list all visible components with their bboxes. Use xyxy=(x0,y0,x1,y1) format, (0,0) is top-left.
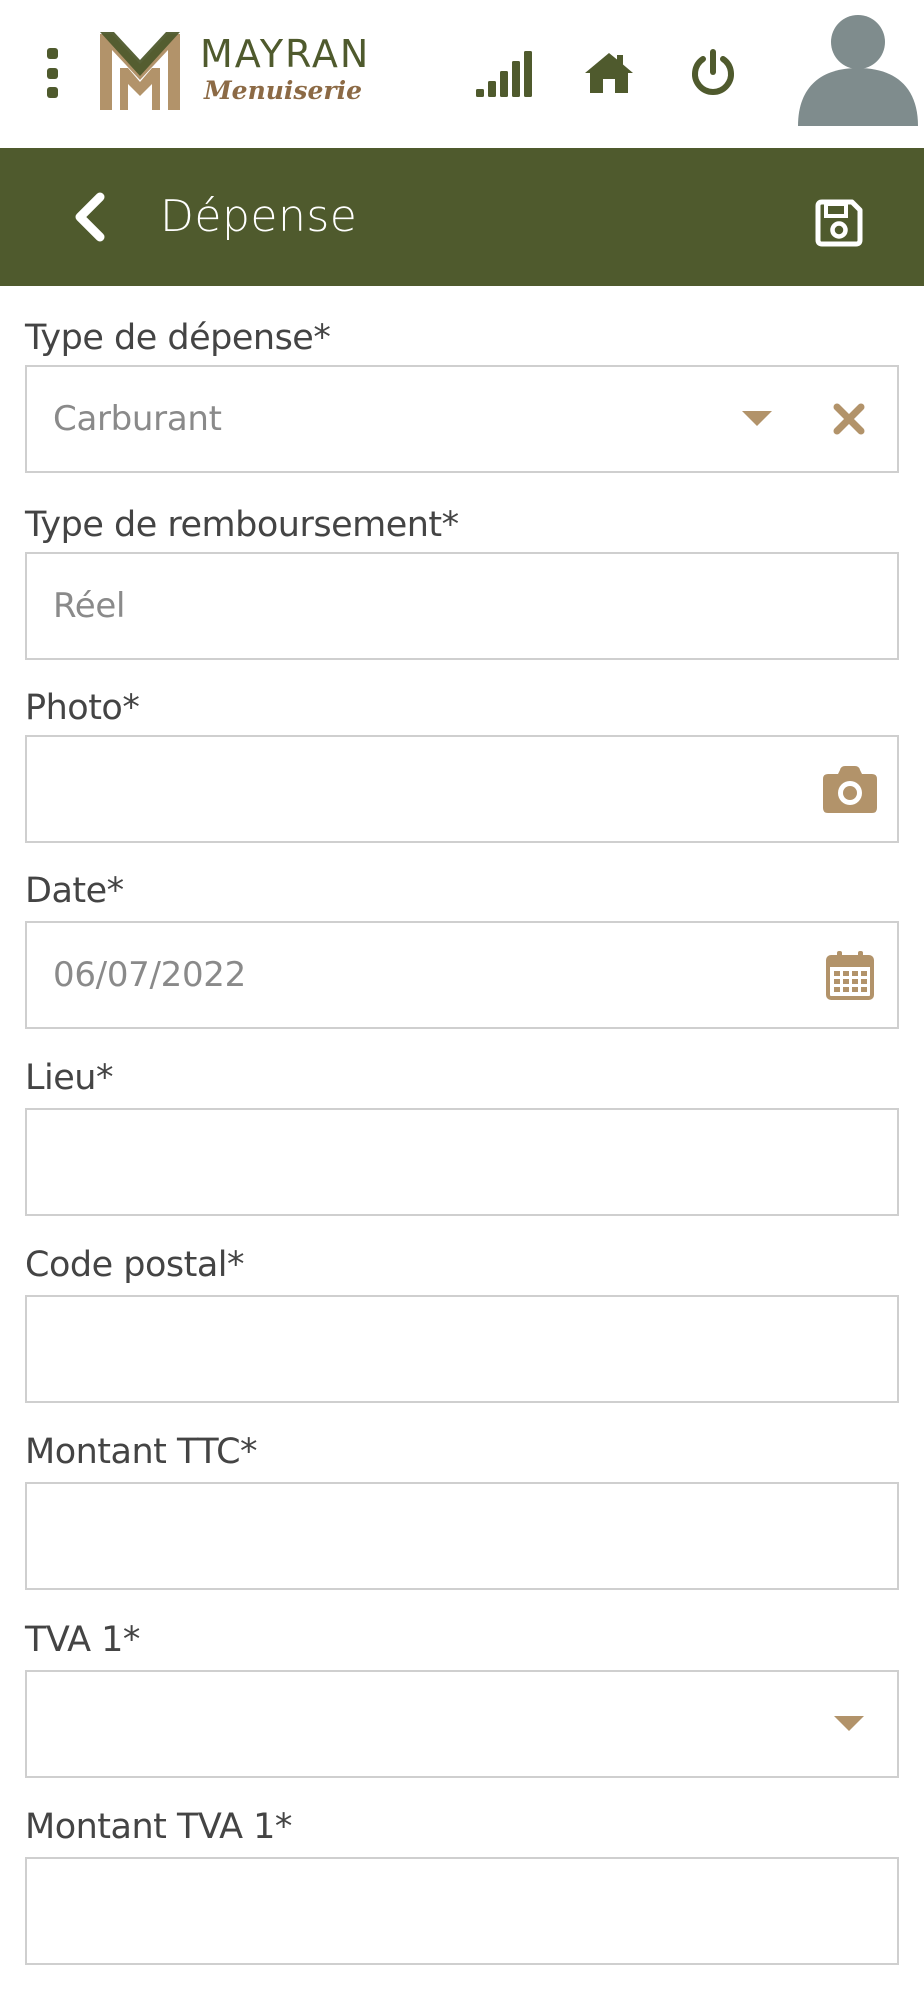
dropdown-arrow-icon[interactable] xyxy=(727,367,787,471)
date-value: 06/07/2022 xyxy=(53,955,246,995)
place-label: Lieu* xyxy=(25,1058,113,1098)
vat1-select[interactable] xyxy=(25,1670,899,1778)
expense-type-label: Type de dépense* xyxy=(25,318,331,358)
back-button[interactable] xyxy=(60,184,120,250)
postal-code-field[interactable] xyxy=(25,1295,899,1403)
vat1-amount-label: Montant TVA 1* xyxy=(25,1807,292,1847)
dropdown-arrow-icon[interactable] xyxy=(819,1672,879,1776)
amount-ttc-field[interactable] xyxy=(25,1482,899,1590)
user-avatar-icon[interactable] xyxy=(792,8,924,128)
brand-subtitle: Menuiserie xyxy=(204,76,362,105)
photo-label: Photo* xyxy=(25,688,140,728)
top-bar: MAYRAN Menuiserie xyxy=(0,0,924,148)
floppy-disk-icon xyxy=(815,199,863,247)
date-label: Date* xyxy=(25,871,124,911)
expense-type-value: Carburant xyxy=(53,399,222,439)
expense-type-select[interactable]: Carburant xyxy=(25,365,899,473)
kebab-menu-icon[interactable] xyxy=(38,48,66,98)
chevron-left-icon xyxy=(75,192,105,242)
logo-mark xyxy=(100,32,180,110)
clear-icon[interactable] xyxy=(819,367,879,471)
camera-icon[interactable] xyxy=(817,737,883,841)
save-button[interactable] xyxy=(804,188,874,258)
reimbursement-type-label: Type de remboursement* xyxy=(25,505,459,545)
calendar-icon[interactable] xyxy=(817,923,883,1027)
vat1-amount-field[interactable] xyxy=(25,1857,899,1965)
date-field[interactable]: 06/07/2022 xyxy=(25,921,899,1029)
brand-name: MAYRAN xyxy=(200,32,371,76)
place-field[interactable] xyxy=(25,1108,899,1216)
postal-code-label: Code postal* xyxy=(25,1245,245,1285)
page-title: Dépense xyxy=(160,191,358,242)
home-icon[interactable] xyxy=(578,44,640,102)
signal-icon[interactable] xyxy=(474,44,534,102)
reimbursement-type-field[interactable]: Réel xyxy=(25,552,899,660)
power-icon[interactable] xyxy=(682,44,744,102)
title-bar: Dépense xyxy=(0,148,924,286)
photo-field[interactable] xyxy=(25,735,899,843)
brand-logo: MAYRAN Menuiserie xyxy=(100,32,390,114)
amount-ttc-label: Montant TTC* xyxy=(25,1432,258,1472)
reimbursement-type-value: Réel xyxy=(53,586,126,626)
vat1-label: TVA 1* xyxy=(25,1620,140,1660)
